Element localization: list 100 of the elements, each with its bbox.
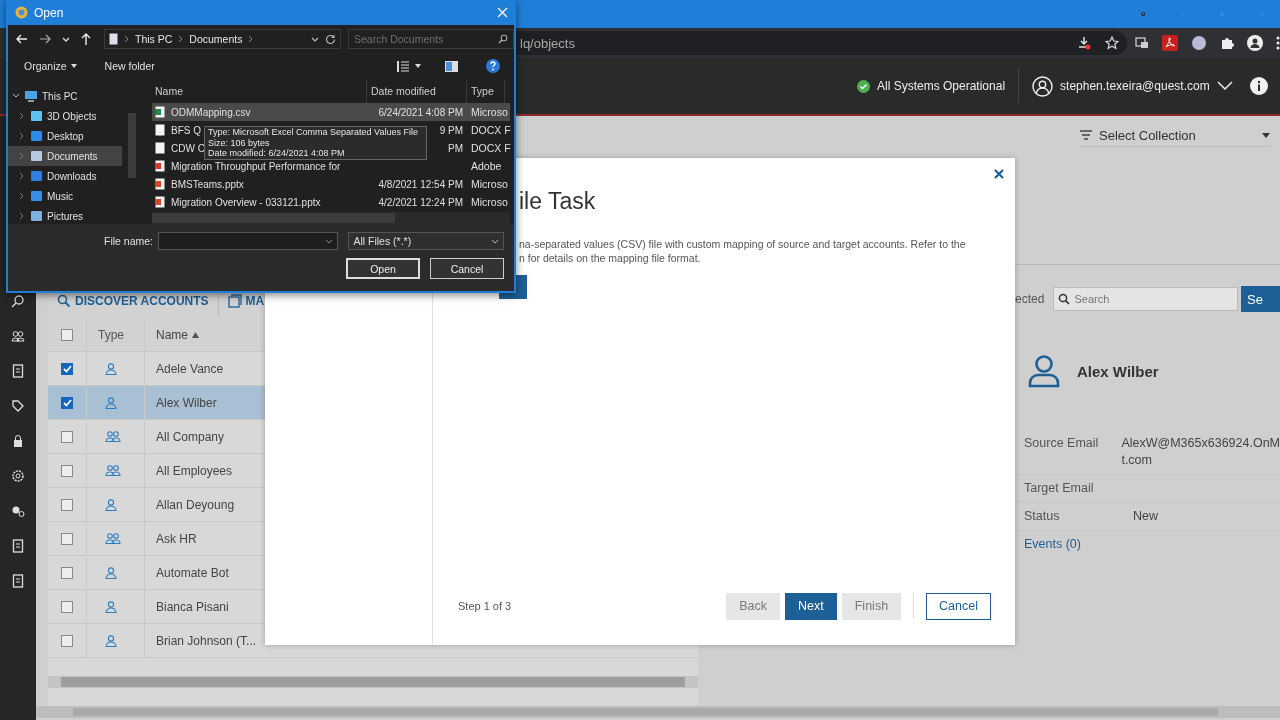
- group-icon: [105, 465, 121, 476]
- chevron-icon[interactable]: [18, 192, 26, 200]
- tag-icon[interactable]: [11, 399, 25, 413]
- extension-icon[interactable]: [1135, 36, 1149, 50]
- file-type: Microso: [471, 178, 508, 190]
- dialog-button[interactable]: Open: [346, 258, 420, 279]
- user-icon[interactable]: [1032, 75, 1054, 97]
- command-button[interactable]: Organize: [18, 59, 83, 73]
- tree-item[interactable]: Pictures: [8, 206, 122, 226]
- collection-dropdown[interactable]: Select Collection: [1080, 124, 1270, 147]
- row-checkbox[interactable]: [61, 396, 73, 409]
- row-checkbox[interactable]: [61, 532, 73, 545]
- view-list-icon[interactable]: [397, 60, 409, 72]
- folder-icon: [30, 190, 43, 202]
- wizard-button[interactable]: Next: [785, 592, 837, 620]
- document-icon: [109, 33, 118, 45]
- row-checkbox[interactable]: [61, 362, 73, 375]
- row-checkbox[interactable]: [61, 634, 73, 647]
- preview-pane-icon[interactable]: [445, 60, 458, 72]
- file-name[interactable]: Migration Overview - 033121.pptx: [171, 196, 321, 208]
- file-name[interactable]: CDW C: [171, 142, 205, 154]
- folder-icon: [30, 110, 43, 122]
- wizard-button[interactable]: Cancel: [926, 592, 991, 620]
- search-submit-button[interactable]: Se: [1241, 286, 1280, 312]
- address-field[interactable]: This PC Documents: [104, 29, 341, 49]
- scrollbar[interactable]: [128, 113, 136, 178]
- command-button[interactable]: New folder: [98, 59, 161, 73]
- scrollbar[interactable]: [61, 677, 685, 687]
- select-all-checkbox[interactable]: [61, 328, 73, 341]
- document-icon[interactable]: [11, 364, 25, 378]
- file-date: 4/2/2021 12:24 PM: [378, 196, 463, 208]
- chevron-icon[interactable]: [18, 172, 26, 180]
- tree-item[interactable]: Documents: [8, 146, 122, 166]
- chevron-icon[interactable]: [18, 112, 26, 120]
- account-icon[interactable]: [1247, 35, 1263, 51]
- file-date: 9 PM: [439, 124, 463, 136]
- table-cell-text: All Employees: [155, 463, 233, 478]
- people-icon[interactable]: [11, 329, 25, 343]
- file-date: 4/8/2021 12:54 PM: [378, 178, 463, 190]
- dialog-button[interactable]: Cancel: [430, 258, 504, 279]
- scrollbar[interactable]: [152, 213, 396, 223]
- search-icon[interactable]: [11, 294, 25, 308]
- row-checkbox[interactable]: [61, 464, 73, 477]
- events-link[interactable]: Events (0): [1015, 531, 1280, 557]
- search-input[interactable]: Search Documents: [348, 29, 514, 49]
- row-checkbox[interactable]: [61, 600, 73, 613]
- user-icon: [105, 396, 117, 409]
- gears-icon[interactable]: [11, 504, 25, 518]
- tree-item[interactable]: Music: [8, 186, 122, 206]
- user-icon: [105, 600, 117, 613]
- row-checkbox[interactable]: [61, 498, 73, 511]
- file-name[interactable]: BMSTeams.pptx: [171, 178, 244, 190]
- user-icon: [105, 362, 117, 375]
- tree-item[interactable]: Desktop: [8, 126, 122, 146]
- folder-icon: [30, 210, 43, 222]
- download-icon[interactable]: [1077, 36, 1091, 50]
- user-menu[interactable]: stephen.texeira@quest.com: [1060, 79, 1210, 93]
- report-icon[interactable]: [11, 574, 25, 588]
- row-checkbox[interactable]: [61, 566, 73, 579]
- field-value: New: [1133, 508, 1158, 525]
- tree-item[interactable]: This PC: [8, 86, 122, 106]
- file-type-dropdown[interactable]: All Files (*.*): [348, 232, 504, 250]
- pdf-extension-icon[interactable]: [1162, 35, 1178, 51]
- selected-file-row[interactable]: ODMMapping.csv 6/24/2021 4:08 PM Microso: [152, 103, 510, 121]
- gear-icon[interactable]: [11, 469, 25, 483]
- back-arrow-icon[interactable]: [16, 34, 28, 44]
- table-cell-text: Automate Bot: [155, 565, 229, 580]
- caret-icon[interactable]: [415, 64, 421, 68]
- column-header[interactable]: Type: [87, 318, 145, 351]
- account-name: Alex Wilber: [1077, 362, 1159, 380]
- more-icon[interactable]: [1276, 36, 1280, 50]
- info-icon[interactable]: [1249, 77, 1268, 95]
- row-checkbox[interactable]: [61, 430, 73, 443]
- tree-item[interactable]: 3D Objects: [8, 106, 122, 126]
- file-name-field[interactable]: [158, 232, 339, 250]
- chevron-icon[interactable]: [18, 212, 26, 220]
- star-icon[interactable]: [1105, 36, 1119, 50]
- column-header[interactable]: Name: [145, 327, 199, 342]
- forward-arrow-icon[interactable]: [39, 34, 51, 44]
- folder-icon: [30, 170, 43, 182]
- up-arrow-icon[interactable]: [81, 33, 91, 45]
- field-label: File name:: [104, 235, 154, 247]
- chevron-icon[interactable]: [18, 132, 26, 140]
- file-type: Microso: [471, 196, 508, 208]
- file-name[interactable]: ODMMapping.csv: [171, 106, 251, 118]
- file-name[interactable]: Migration Throughput Performance for: [171, 160, 341, 172]
- search-icon: [57, 294, 71, 308]
- tree-item[interactable]: Downloads: [8, 166, 122, 186]
- lock-icon[interactable]: [11, 434, 25, 448]
- chevron-icon[interactable]: [12, 92, 20, 100]
- system-status: All Systems Operational: [877, 79, 1006, 93]
- search-input[interactable]: Search: [1053, 287, 1239, 311]
- file-icon: [155, 142, 165, 154]
- refresh-icon[interactable]: [325, 33, 336, 45]
- file-name[interactable]: BFS Q: [171, 124, 201, 136]
- puzzle-icon[interactable]: [1220, 36, 1234, 50]
- extension-icon[interactable]: [1191, 35, 1207, 51]
- close-icon[interactable]: [994, 169, 1004, 179]
- file-date: 6/24/2021 4:08 PM: [378, 106, 463, 118]
- caret-icon: [70, 64, 77, 68]
